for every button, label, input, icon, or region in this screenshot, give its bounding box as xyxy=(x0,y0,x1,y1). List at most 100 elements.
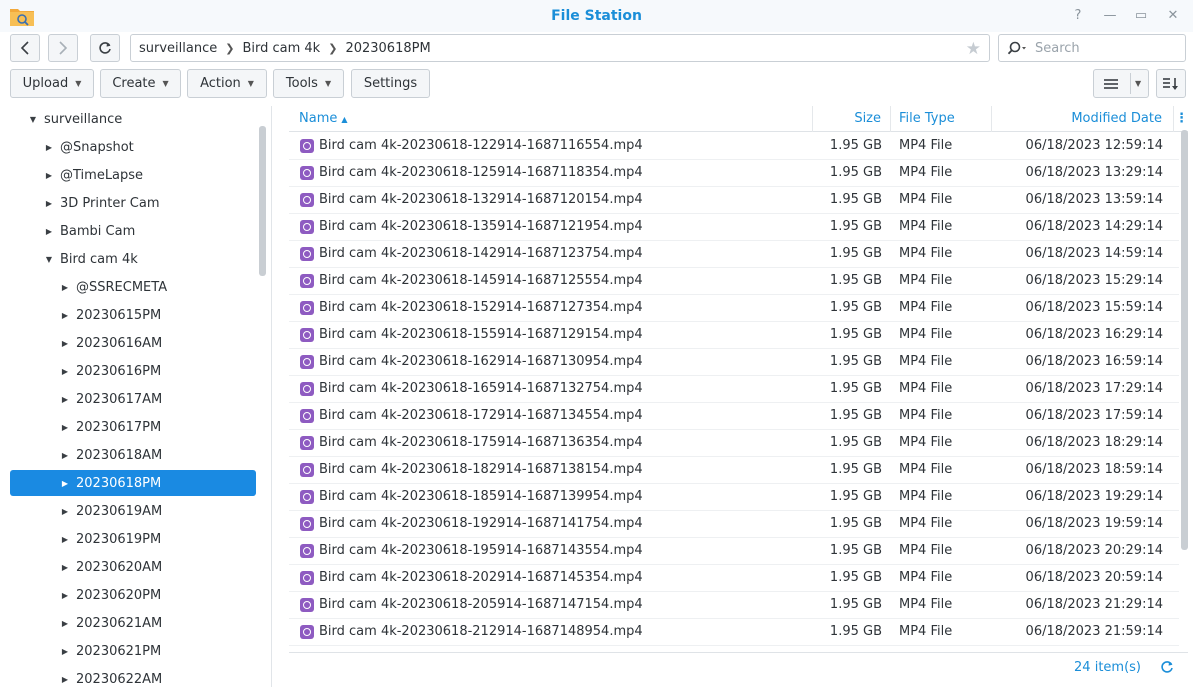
file-row[interactable]: Bird cam 4k-20230618-145914-1687125554.m… xyxy=(289,268,1179,295)
file-row[interactable]: Bird cam 4k-20230618-142914-1687123754.m… xyxy=(289,241,1179,268)
tree-item[interactable]: ▶ 3D Printer Cam xyxy=(10,190,256,216)
search-box[interactable] xyxy=(998,34,1186,62)
collapsed-arrow-icon[interactable]: ▶ xyxy=(58,647,72,656)
tree-item[interactable]: ▶ 20230620PM xyxy=(10,582,256,608)
expanded-arrow-icon[interactable]: ▼ xyxy=(42,255,56,264)
tree-item[interactable]: ▶ 20230617PM xyxy=(10,414,256,440)
file-row[interactable]: Bird cam 4k-20230618-125914-1687118354.m… xyxy=(289,160,1179,187)
search-input[interactable] xyxy=(1035,40,1175,56)
sort-button[interactable] xyxy=(1156,69,1186,98)
column-options-icon[interactable]: ⋮ xyxy=(1175,106,1188,132)
tools-button[interactable]: Tools ▼ xyxy=(273,69,344,98)
tree-item[interactable]: ▶ 20230617AM xyxy=(10,386,256,412)
collapsed-arrow-icon[interactable]: ▶ xyxy=(58,395,72,404)
collapsed-arrow-icon[interactable]: ▶ xyxy=(58,423,72,432)
upload-label: Upload xyxy=(22,76,69,91)
tree-scrollbar[interactable] xyxy=(259,126,266,276)
tree-item[interactable]: ▶ 20230616PM xyxy=(10,358,256,384)
caret-down-icon[interactable]: ▼ xyxy=(1135,79,1141,88)
file-size: 1.95 GB xyxy=(829,219,882,234)
file-size: 1.95 GB xyxy=(829,300,882,315)
collapsed-arrow-icon[interactable]: ▶ xyxy=(58,479,72,488)
search-icon[interactable] xyxy=(1007,41,1029,55)
expanded-arrow-icon[interactable]: ▼ xyxy=(26,115,40,124)
tree-item[interactable]: ▶ 20230622AM xyxy=(10,666,256,687)
collapsed-arrow-icon[interactable]: ▶ xyxy=(58,619,72,628)
tree-item[interactable]: ▶ 20230620AM xyxy=(10,554,256,580)
settings-button[interactable]: Settings xyxy=(351,69,430,98)
tree-item[interactable]: ▶ 20230616AM xyxy=(10,330,256,356)
tree-item[interactable]: ▶ 20230621PM xyxy=(10,638,256,664)
collapsed-arrow-icon[interactable]: ▶ xyxy=(58,367,72,376)
collapsed-arrow-icon[interactable]: ▶ xyxy=(58,451,72,460)
file-row[interactable]: Bird cam 4k-20230618-172914-1687134554.m… xyxy=(289,403,1179,430)
refresh-button[interactable] xyxy=(90,34,120,62)
column-modified-header[interactable]: Modified Date xyxy=(992,106,1174,132)
file-row[interactable]: Bird cam 4k-20230618-195914-1687143554.m… xyxy=(289,538,1179,565)
file-row[interactable]: Bird cam 4k-20230618-152914-1687127354.m… xyxy=(289,295,1179,322)
collapsed-arrow-icon[interactable]: ▶ xyxy=(58,311,72,320)
video-file-icon xyxy=(300,328,314,342)
collapsed-arrow-icon[interactable]: ▶ xyxy=(58,283,72,292)
tree-item[interactable]: ▶ 20230618PM xyxy=(10,470,256,496)
back-button[interactable] xyxy=(10,34,40,62)
maximize-button[interactable]: ▭ xyxy=(1132,7,1150,25)
tree-item[interactable]: ▶ 20230618AM xyxy=(10,442,256,468)
tree-item[interactable]: ▶ 20230615PM xyxy=(10,302,256,328)
tree-item-label: 20230621AM xyxy=(76,615,163,631)
collapsed-arrow-icon[interactable]: ▶ xyxy=(42,143,56,152)
file-modified-date: 06/18/2023 15:59:14 xyxy=(1025,300,1163,315)
collapsed-arrow-icon[interactable]: ▶ xyxy=(42,199,56,208)
file-row[interactable]: Bird cam 4k-20230618-192914-1687141754.m… xyxy=(289,511,1179,538)
file-modified-date: 06/18/2023 14:59:14 xyxy=(1025,246,1163,261)
collapsed-arrow-icon[interactable]: ▶ xyxy=(58,339,72,348)
tree-item[interactable]: ▼ Bird cam 4k xyxy=(10,246,256,272)
collapsed-arrow-icon[interactable]: ▶ xyxy=(42,171,56,180)
collapsed-arrow-icon[interactable]: ▶ xyxy=(58,535,72,544)
file-row[interactable]: Bird cam 4k-20230618-132914-1687120154.m… xyxy=(289,187,1179,214)
tree-item[interactable]: ▶ 20230621AM xyxy=(10,610,256,636)
collapsed-arrow-icon[interactable]: ▶ xyxy=(42,227,56,236)
collapsed-arrow-icon[interactable]: ▶ xyxy=(58,591,72,600)
file-row[interactable]: Bird cam 4k-20230618-202914-1687145354.m… xyxy=(289,565,1179,592)
file-row[interactable]: Bird cam 4k-20230618-122914-1687116554.m… xyxy=(289,133,1179,160)
tree-item[interactable]: ▶ @Snapshot xyxy=(10,134,256,160)
path-bar[interactable]: surveillance ❯ Bird cam 4k ❯ 20230618PM … xyxy=(130,34,990,62)
help-button[interactable]: ? xyxy=(1069,7,1087,25)
file-row[interactable]: Bird cam 4k-20230618-155914-1687129154.m… xyxy=(289,322,1179,349)
collapsed-arrow-icon[interactable]: ▶ xyxy=(58,563,72,572)
file-modified-date: 06/18/2023 13:59:14 xyxy=(1025,192,1163,207)
breadcrumb-current-folder[interactable]: 20230618PM xyxy=(345,41,430,56)
file-row[interactable]: Bird cam 4k-20230618-212914-1687148954.m… xyxy=(289,619,1179,646)
column-type-header[interactable]: File Type xyxy=(891,106,992,132)
file-row[interactable]: Bird cam 4k-20230618-185914-1687139954.m… xyxy=(289,484,1179,511)
collapsed-arrow-icon[interactable]: ▶ xyxy=(58,675,72,684)
file-row[interactable]: Bird cam 4k-20230618-135914-1687121954.m… xyxy=(289,214,1179,241)
tree-item[interactable]: ▶ 20230619PM xyxy=(10,526,256,552)
file-list-scrollbar[interactable] xyxy=(1181,130,1188,550)
minimize-button[interactable]: — xyxy=(1101,7,1119,25)
column-name-header[interactable]: Name ▲ xyxy=(289,106,813,132)
breadcrumb-surveillance[interactable]: surveillance xyxy=(139,41,217,56)
collapsed-arrow-icon[interactable]: ▶ xyxy=(58,507,72,516)
file-row[interactable]: Bird cam 4k-20230618-205914-1687147154.m… xyxy=(289,592,1179,619)
action-button[interactable]: Action ▼ xyxy=(187,69,267,98)
file-row[interactable]: Bird cam 4k-20230618-182914-1687138154.m… xyxy=(289,457,1179,484)
tree-item[interactable]: ▶ @TimeLapse xyxy=(10,162,256,188)
upload-button[interactable]: Upload ▼ xyxy=(10,69,94,98)
file-row[interactable]: Bird cam 4k-20230618-175914-1687136354.m… xyxy=(289,430,1179,457)
tree-item[interactable]: ▶ Bambi Cam xyxy=(10,218,256,244)
column-size-header[interactable]: Size xyxy=(813,106,891,132)
tree-item[interactable]: ▼ surveillance xyxy=(10,106,256,132)
file-row[interactable]: Bird cam 4k-20230618-165914-1687132754.m… xyxy=(289,376,1179,403)
close-button[interactable]: ✕ xyxy=(1164,7,1182,25)
file-row[interactable]: Bird cam 4k-20230618-162914-1687130954.m… xyxy=(289,349,1179,376)
breadcrumb-bird-cam[interactable]: Bird cam 4k xyxy=(242,41,320,56)
refresh-list-icon[interactable] xyxy=(1160,660,1174,678)
forward-button[interactable] xyxy=(48,34,78,62)
favorite-star-icon[interactable]: ★ xyxy=(966,39,981,59)
create-button[interactable]: Create ▼ xyxy=(100,69,181,98)
view-mode-button[interactable]: ▼ xyxy=(1093,69,1149,98)
tree-item[interactable]: ▶ 20230619AM xyxy=(10,498,256,524)
tree-item[interactable]: ▶ @SSRECMETA xyxy=(10,274,256,300)
